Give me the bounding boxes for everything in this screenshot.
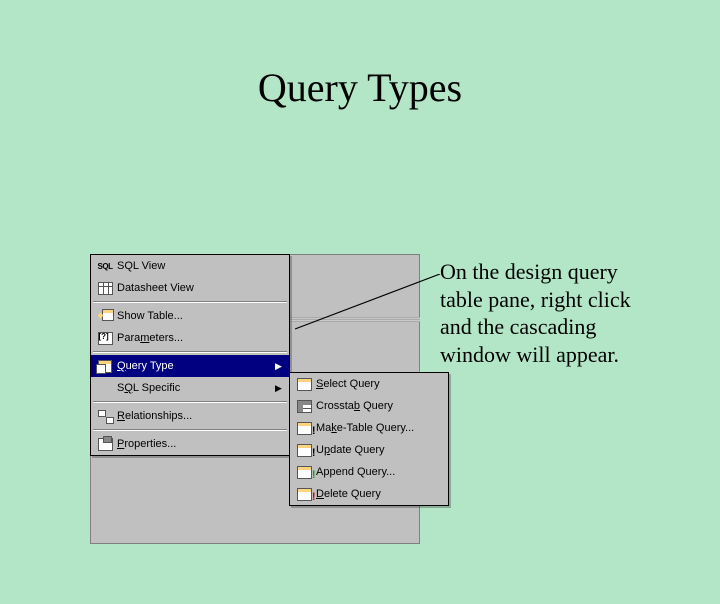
query-type-submenu: Select Query Crosstab Query Make-Table Q…: [289, 372, 449, 506]
menu-label: Parameters...: [115, 332, 285, 344]
query-type-icon: [95, 358, 115, 374]
annotation-text: On the design query table pane, right cl…: [440, 258, 660, 368]
submenu-make-table-query[interactable]: Make-Table Query...: [290, 417, 448, 439]
menu-label: Show Table...: [115, 310, 285, 322]
submenu-delete-query[interactable]: Delete Query: [290, 483, 448, 505]
menu-query-type[interactable]: Query Type ▶: [91, 355, 289, 377]
menu-label: Crosstab Query: [314, 400, 444, 412]
submenu-arrow-icon: ▶: [275, 361, 285, 372]
menu-label: Delete Query: [314, 488, 444, 500]
menu-label: Relationships...: [115, 410, 285, 422]
menu-label: Make-Table Query...: [314, 422, 444, 434]
menu-separator: [93, 429, 287, 431]
delete-query-icon: [294, 486, 314, 502]
update-query-icon: [294, 442, 314, 458]
menu-properties[interactable]: Properties...: [91, 433, 289, 455]
menu-separator: [93, 401, 287, 403]
submenu-update-query[interactable]: Update Query: [290, 439, 448, 461]
properties-icon: [95, 436, 115, 452]
select-query-icon: [294, 376, 314, 392]
menu-relationships[interactable]: Relationships...: [91, 405, 289, 427]
submenu-select-query[interactable]: Select Query: [290, 373, 448, 395]
submenu-append-query[interactable]: Append Query...: [290, 461, 448, 483]
make-table-icon: [294, 420, 314, 436]
menu-label: Append Query...: [314, 466, 444, 478]
sql-icon: SQL: [95, 258, 115, 274]
submenu-crosstab-query[interactable]: Crosstab Query: [290, 395, 448, 417]
append-query-icon: [294, 464, 314, 480]
parameters-icon: [95, 330, 115, 346]
submenu-arrow-icon: ▶: [275, 383, 285, 394]
show-table-icon: [95, 308, 115, 324]
datasheet-icon: [95, 280, 115, 296]
menu-label: SQL View: [115, 260, 285, 272]
menu-show-table[interactable]: Show Table...: [91, 305, 289, 327]
menu-sql-specific[interactable]: SQL Specific ▶: [91, 377, 289, 399]
menu-label: Query Type: [115, 360, 275, 372]
menu-datasheet-view[interactable]: Datasheet View: [91, 277, 289, 299]
blank-icon: [95, 380, 115, 396]
slide-title: Query Types: [0, 64, 720, 111]
menu-label: Update Query: [314, 444, 444, 456]
relationships-icon: [95, 408, 115, 424]
crosstab-icon: [294, 398, 314, 414]
context-menu: SQL SQL View Datasheet View Show Table..…: [90, 254, 290, 456]
menu-separator: [93, 351, 287, 353]
menu-label: SQL Specific: [115, 382, 275, 394]
menu-label: Datasheet View: [115, 282, 285, 294]
menu-label: Select Query: [314, 378, 444, 390]
menu-sql-view[interactable]: SQL SQL View: [91, 255, 289, 277]
menu-parameters[interactable]: Parameters...: [91, 327, 289, 349]
menu-label: Properties...: [115, 438, 285, 450]
menu-separator: [93, 301, 287, 303]
